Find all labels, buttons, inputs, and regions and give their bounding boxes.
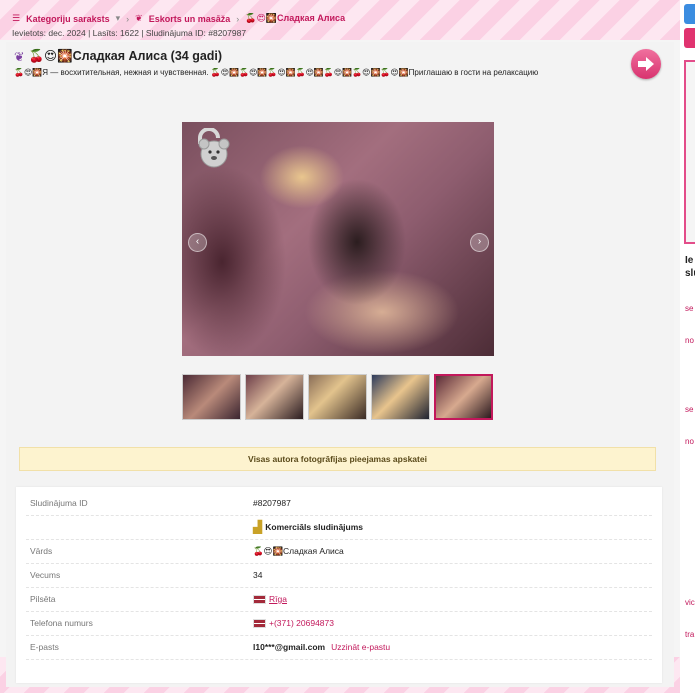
page-title: ❦ 🍒😍🎇Сладкая Алиса (34 gadi) [14, 48, 222, 64]
table-row: Pilsēta Rīga [26, 587, 652, 612]
email-value: l10***@gmail.com Uzzināt e-pastu [253, 642, 390, 652]
sidebar-item[interactable]: no [685, 336, 694, 345]
breadcrumb-categories[interactable]: Kategoriju saraksts [26, 14, 110, 24]
breadcrumb-category[interactable]: Eskorts un masāža [149, 14, 231, 24]
sidebar-item[interactable]: tra [685, 630, 694, 639]
listing-title: 🍒😍🎇Сладкая Алиса (34 gadi) [28, 49, 223, 63]
breadcrumb-current[interactable]: 🍒😍🎇Сладкая Алиса [245, 13, 345, 24]
table-row: Vārds 🍒😍🎇Сладкая Алиса [26, 539, 652, 564]
lock-open-icon [198, 128, 230, 168]
commercial-label: Komerciāls sludinājums [265, 522, 364, 532]
email-masked: l10***@gmail.com [253, 642, 326, 652]
age-value: 34 [253, 570, 263, 580]
thumbnail[interactable] [245, 374, 304, 420]
chevron-right-icon: › [236, 13, 240, 24]
phone-value: +(371) 20694873 [253, 618, 334, 628]
sidebar-item[interactable]: se [685, 304, 693, 313]
sidebar-item[interactable]: no [685, 437, 694, 446]
lotus-icon: ❦ [14, 49, 25, 64]
lotus-icon: ❦ [135, 13, 143, 23]
listing-id-value: #8207987 [253, 498, 291, 508]
thumbnail-active[interactable] [434, 374, 493, 420]
city-link[interactable]: Rīga [269, 594, 287, 604]
row-label: Pilsēta [30, 594, 56, 604]
phone-link[interactable]: +(371) 20694873 [269, 618, 334, 628]
latvia-flag-icon [253, 594, 266, 604]
table-row: ▟ Komerciāls sludinājums [26, 515, 652, 540]
row-label: Telefona numurs [30, 618, 93, 628]
row-label: Vārds [30, 546, 53, 556]
thumbnail[interactable] [308, 374, 367, 420]
sidebar-item[interactable]: se [685, 405, 693, 414]
prev-photo-button[interactable]: ‹ [188, 233, 207, 252]
city-value: Rīga [253, 594, 287, 604]
breadcrumb: ☰ Kategoriju saraksts ▾ › ❦ Eskorts un m… [12, 13, 345, 24]
listing-description: 🍒😍🎇Я — восхитительная, нежная и чувствен… [14, 68, 539, 77]
latvia-flag-icon [253, 618, 266, 628]
details-table: Sludinājuma ID #8207987 ▟ Komerciāls slu… [16, 487, 662, 683]
thumbnail[interactable] [182, 374, 241, 420]
listing-meta: Ievietots: dec. 2024 | Lasīts: 1622 | Sl… [12, 28, 247, 38]
name-value: 🍒😍🎇Сладкая Алиса [253, 545, 344, 556]
building-icon: ▟ [253, 520, 263, 534]
photos-notice: Visas autora fotogrāfijas pieejamas apsk… [19, 447, 656, 471]
commercial-badge: ▟ Komerciāls sludinājums [253, 520, 363, 534]
row-label: E-pasts [30, 642, 59, 652]
right-sidebar [680, 0, 695, 693]
thumbnail-strip [182, 374, 493, 420]
table-row: Vecums 34 [26, 563, 652, 588]
sidebar-pink-button[interactable] [684, 28, 695, 48]
table-row: Telefona numurs +(371) 20694873 [26, 611, 652, 636]
list-icon: ☰ [12, 13, 21, 23]
main-content: ☰ Kategoriju saraksts ▾ › ❦ Eskorts un m… [0, 0, 680, 693]
thumbnail[interactable] [371, 374, 430, 420]
sidebar-heading: slu [685, 268, 695, 279]
row-label: Sludinājuma ID [30, 498, 88, 508]
table-row: Sludinājuma ID #8207987 [26, 491, 652, 516]
sidebar-heading: Ie [685, 255, 694, 266]
reveal-email-link[interactable]: Uzzināt e-pastu [331, 642, 390, 652]
arrow-right-icon [638, 57, 654, 71]
sidebar-blue-button[interactable] [684, 4, 695, 24]
sidebar-promo-card[interactable] [684, 60, 695, 244]
chevron-down-icon[interactable]: ▾ [116, 13, 121, 24]
chevron-right-icon: › [126, 13, 130, 24]
next-photo-button[interactable]: › [470, 233, 489, 252]
sidebar-item[interactable]: vic [685, 598, 695, 607]
next-listing-button[interactable] [631, 49, 661, 79]
table-row: E-pasts l10***@gmail.com Uzzināt e-pastu [26, 635, 652, 660]
row-label: Vecums [30, 570, 61, 580]
